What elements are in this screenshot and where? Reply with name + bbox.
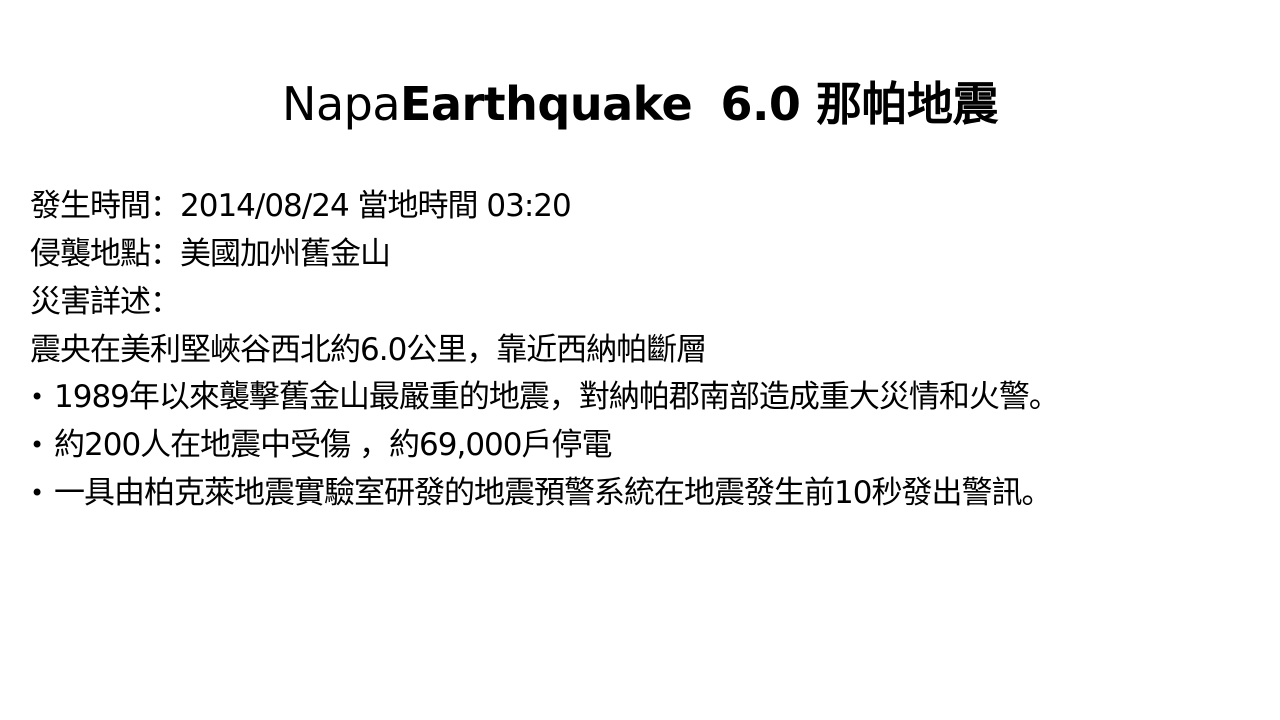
location-line: 侵襲地點：美國加州舊金山 <box>30 236 391 272</box>
bullet-item: • 1989年以來襲擊舊金山最嚴重的地震，對納帕郡南部造成重大災情和火警。 <box>30 374 1220 420</box>
slide-title: NapaEarthquake 6.0 那帕地震 <box>0 72 1280 136</box>
bullet-dot-icon: • <box>30 431 44 459</box>
title-napa: Napa <box>282 77 401 131</box>
title-earthquake: Earthquake <box>400 77 693 131</box>
bullet-item: • 約200人在地震中受傷 ，約69,000戶停電 <box>30 422 1220 468</box>
bullet-text: 約200人在地震中受傷 ，約69,000戶停電 <box>54 427 612 463</box>
bullet-dot-icon: • <box>30 479 44 507</box>
bullet-item: • 一具由柏克萊地震實驗室研發的地震預警系統在地震發生前10秒發出警訊。 <box>30 470 1220 516</box>
title-magnitude: 6.0 那帕地震 <box>720 77 998 131</box>
slide: NapaEarthquake 6.0 那帕地震 發生時間：2014/08/24 … <box>0 0 1280 720</box>
details-label: 災害詳述： <box>30 284 181 320</box>
bullet-dot-icon: • <box>30 383 44 411</box>
time-line: 發生時間：2014/08/24 當地時間 03:20 <box>30 188 572 224</box>
bullet-list: • 1989年以來襲擊舊金山最嚴重的地震，對納帕郡南部造成重大災情和火警。 • … <box>30 374 1220 516</box>
bullet-text: 一具由柏克萊地震實驗室研發的地震預警系統在地震發生前10秒發出警訊。 <box>54 475 1052 511</box>
slide-body: 發生時間：2014/08/24 當地時間 03:20 侵襲地點：美國加州舊金山 … <box>30 182 1220 518</box>
bullet-text: 1989年以來襲擊舊金山最嚴重的地震，對納帕郡南部造成重大災情和火警。 <box>54 379 1060 415</box>
epicenter-line: 震央在美利堅峽谷西北約6.0公里，靠近西納帕斷層 <box>30 332 707 368</box>
